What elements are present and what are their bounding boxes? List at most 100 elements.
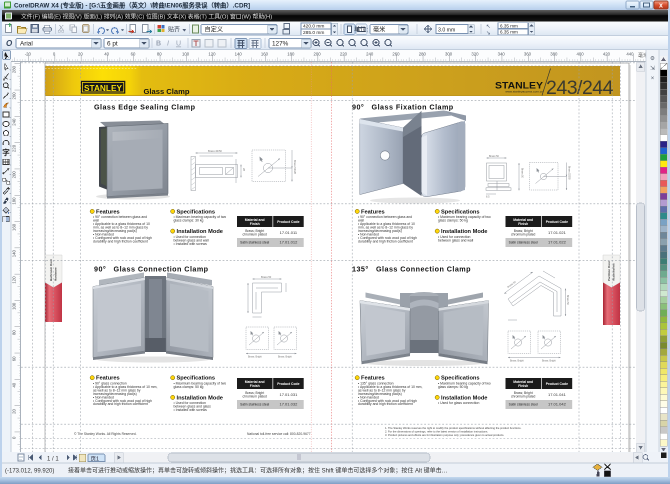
svg-text:17.01.042: 17.01.042: [548, 402, 567, 407]
svg-text:Satin stainless steel: Satin stainless steel: [509, 241, 538, 245]
svg-text:127%: 127%: [272, 41, 289, 48]
svg-text:420.0 mm: 420.0 mm: [303, 24, 324, 30]
svg-text:80: 80: [157, 52, 162, 57]
svg-text:Product Code: Product Code: [277, 382, 299, 386]
svg-text:• Installed with screws: • Installed with screws: [174, 408, 208, 412]
svg-text:chromium plated: chromium plated: [243, 394, 268, 398]
svg-text:20: 20: [11, 409, 16, 414]
svg-text:• Installed with screws: • Installed with screws: [174, 242, 208, 246]
svg-text:单位:: 单位:: [354, 26, 368, 34]
svg-text:glass clamps: 50 kg: glass clamps: 50 kg: [438, 219, 468, 223]
svg-text:文件(F) 编辑(E) 视图(V) 版面(L) 排列(A): 文件(F) 编辑(E) 视图(V) 版面(L) 排列(A) 效果(C) 位图(B…: [21, 13, 272, 21]
svg-text:300: 300: [445, 52, 453, 57]
svg-text:Finish: Finish: [250, 384, 260, 388]
svg-text:Satin stainless steel: Satin stainless steel: [509, 403, 538, 407]
svg-text:Brass; Bright: Brass; Bright: [278, 356, 292, 359]
svg-text:90° Glass Fixation Clamp: 90° Glass Fixation Clamp: [352, 103, 454, 112]
svg-text:durability and high friction c: durability and high friction coefficient: [93, 402, 148, 406]
svg-text:x: x: [659, 2, 663, 9]
svg-text:100: 100: [11, 302, 16, 310]
svg-text:Brass:50: Brass:50: [566, 295, 569, 305]
svg-text:chromium plated: chromium plated: [511, 232, 536, 236]
svg-text:Brass; Bright: Brass; Bright: [542, 360, 556, 363]
svg-text:243/244: 243/244: [546, 77, 614, 99]
svg-text:Hardware: Hardware: [53, 267, 57, 281]
svg-text:⇲: ⇲: [650, 65, 655, 72]
svg-text:90° Glass Connection Clamp: 90° Glass Connection Clamp: [94, 265, 209, 274]
svg-text:20: 20: [78, 52, 83, 57]
svg-text:340: 340: [498, 52, 506, 57]
svg-text:durability and high friction c: durability and high friction coefficient: [358, 239, 413, 243]
svg-text:Glass Edge Sealing Clamp: Glass Edge Sealing Clamp: [94, 103, 196, 112]
svg-text:60: 60: [11, 356, 16, 361]
svg-text:220: 220: [11, 144, 16, 152]
svg-text:6.35 mm: 6.35 mm: [500, 30, 518, 35]
svg-text:240: 240: [11, 118, 16, 126]
svg-text:1 / 1: 1 / 1: [47, 456, 59, 462]
svg-text:17.01.011: 17.01.011: [280, 230, 298, 235]
svg-text:3. Product pictures and effect: 3. Product pictures and effects are for …: [385, 433, 504, 437]
svg-text:Product Code: Product Code: [546, 220, 568, 224]
svg-text:chromium plated: chromium plated: [243, 232, 268, 236]
svg-text:40: 40: [11, 382, 16, 387]
svg-text:National toll-free service cal: National toll-free service call: 800-820…: [247, 432, 311, 436]
svg-text:220: 220: [340, 52, 348, 57]
svg-text:260: 260: [11, 92, 16, 100]
svg-text:© The Stanley Works. All Right: © The Stanley Works. All Rights Reserved…: [74, 432, 137, 436]
svg-text:180: 180: [11, 197, 16, 205]
svg-text:毫米: 毫米: [373, 26, 385, 34]
svg-text:Brass:50: Brass:50: [489, 155, 499, 158]
svg-text:接着单击可进行推动或缩放操作；再单击可旋转或倾斜操作；挑选工: 接着单击可进行推动或缩放操作；再单击可旋转或倾斜操作；挑选工具：可选择所有对象；…: [68, 467, 448, 475]
svg-text:180: 180: [287, 52, 295, 57]
svg-text:40: 40: [104, 52, 109, 57]
svg-text:160: 160: [261, 52, 269, 57]
svg-text:• Used for glass connection: • Used for glass connection: [438, 401, 479, 405]
svg-text:380: 380: [550, 52, 558, 57]
svg-text:140: 140: [235, 52, 243, 57]
svg-text:www.stanleyaccess.com.cn: www.stanleyaccess.com.cn: [505, 90, 543, 94]
svg-text:1. The Stanley Works reserves: 1. The Stanley Works reserves the right …: [385, 426, 522, 430]
svg-text:⚙: ⚙: [650, 55, 655, 62]
svg-text:Brass:52/28: Brass:52/28: [293, 160, 297, 174]
svg-text:17.01.031: 17.01.031: [280, 392, 299, 397]
svg-text:Glass Clamp: Glass Clamp: [144, 87, 190, 96]
svg-text:between glass and wall: between glass and wall: [438, 238, 473, 242]
svg-text:Satin stainless steel: Satin stainless steel: [240, 403, 269, 407]
svg-text:I: I: [167, 41, 169, 48]
svg-text:80: 80: [11, 330, 16, 335]
svg-text:6.35 mm: 6.35 mm: [500, 23, 518, 28]
svg-text:Brass:40/50: Brass:40/50: [208, 149, 222, 153]
svg-text:(-173.012, 99.920): (-173.012, 99.920): [5, 469, 54, 475]
svg-text:280: 280: [419, 52, 427, 57]
svg-text:Product Code: Product Code: [277, 220, 299, 224]
svg-text:STANLEY: STANLEY: [84, 83, 122, 93]
svg-text:320: 320: [471, 52, 479, 57]
svg-text:• 90° connection between glas: • 90° connection between glass and: [93, 215, 147, 219]
svg-text:2. For the dimensions of openi: 2. For the dimensions of openings, refer…: [385, 429, 488, 433]
svg-text:-20: -20: [25, 52, 32, 57]
svg-text:17.01.032: 17.01.032: [280, 402, 299, 407]
svg-text:Arial: Arial: [20, 41, 33, 48]
svg-text:glass clamps: 30 kg: glass clamps: 30 kg: [174, 219, 204, 223]
svg-text:自定义: 自定义: [205, 26, 224, 34]
svg-text:贴齐: 贴齐: [168, 25, 180, 33]
svg-text:O: O: [6, 39, 13, 48]
svg-text:280: 280: [11, 65, 16, 73]
svg-text:240: 240: [366, 52, 374, 57]
svg-text:Finish: Finish: [250, 222, 260, 226]
svg-text:×: ×: [651, 76, 655, 82]
svg-text:100: 100: [182, 52, 190, 57]
svg-text:17.01.012: 17.01.012: [280, 240, 299, 245]
svg-text:Brass:52/28: Brass:52/28: [568, 166, 571, 180]
svg-text:U: U: [176, 41, 181, 48]
svg-text:120: 120: [208, 52, 216, 57]
svg-text:360: 360: [524, 52, 532, 57]
svg-text:420: 420: [603, 52, 611, 57]
svg-text:200: 200: [11, 171, 16, 179]
svg-text:chromium plated: chromium plated: [511, 394, 536, 398]
svg-text:glass clamps: 50 kg: glass clamps: 50 kg: [174, 385, 204, 389]
svg-text:glass clamps: 50 kg: glass clamps: 50 kg: [438, 385, 468, 389]
svg-text:200: 200: [314, 52, 322, 57]
svg-text:140: 140: [11, 250, 16, 258]
svg-text:durability and high friction c: durability and high friction coefficient: [93, 239, 148, 243]
